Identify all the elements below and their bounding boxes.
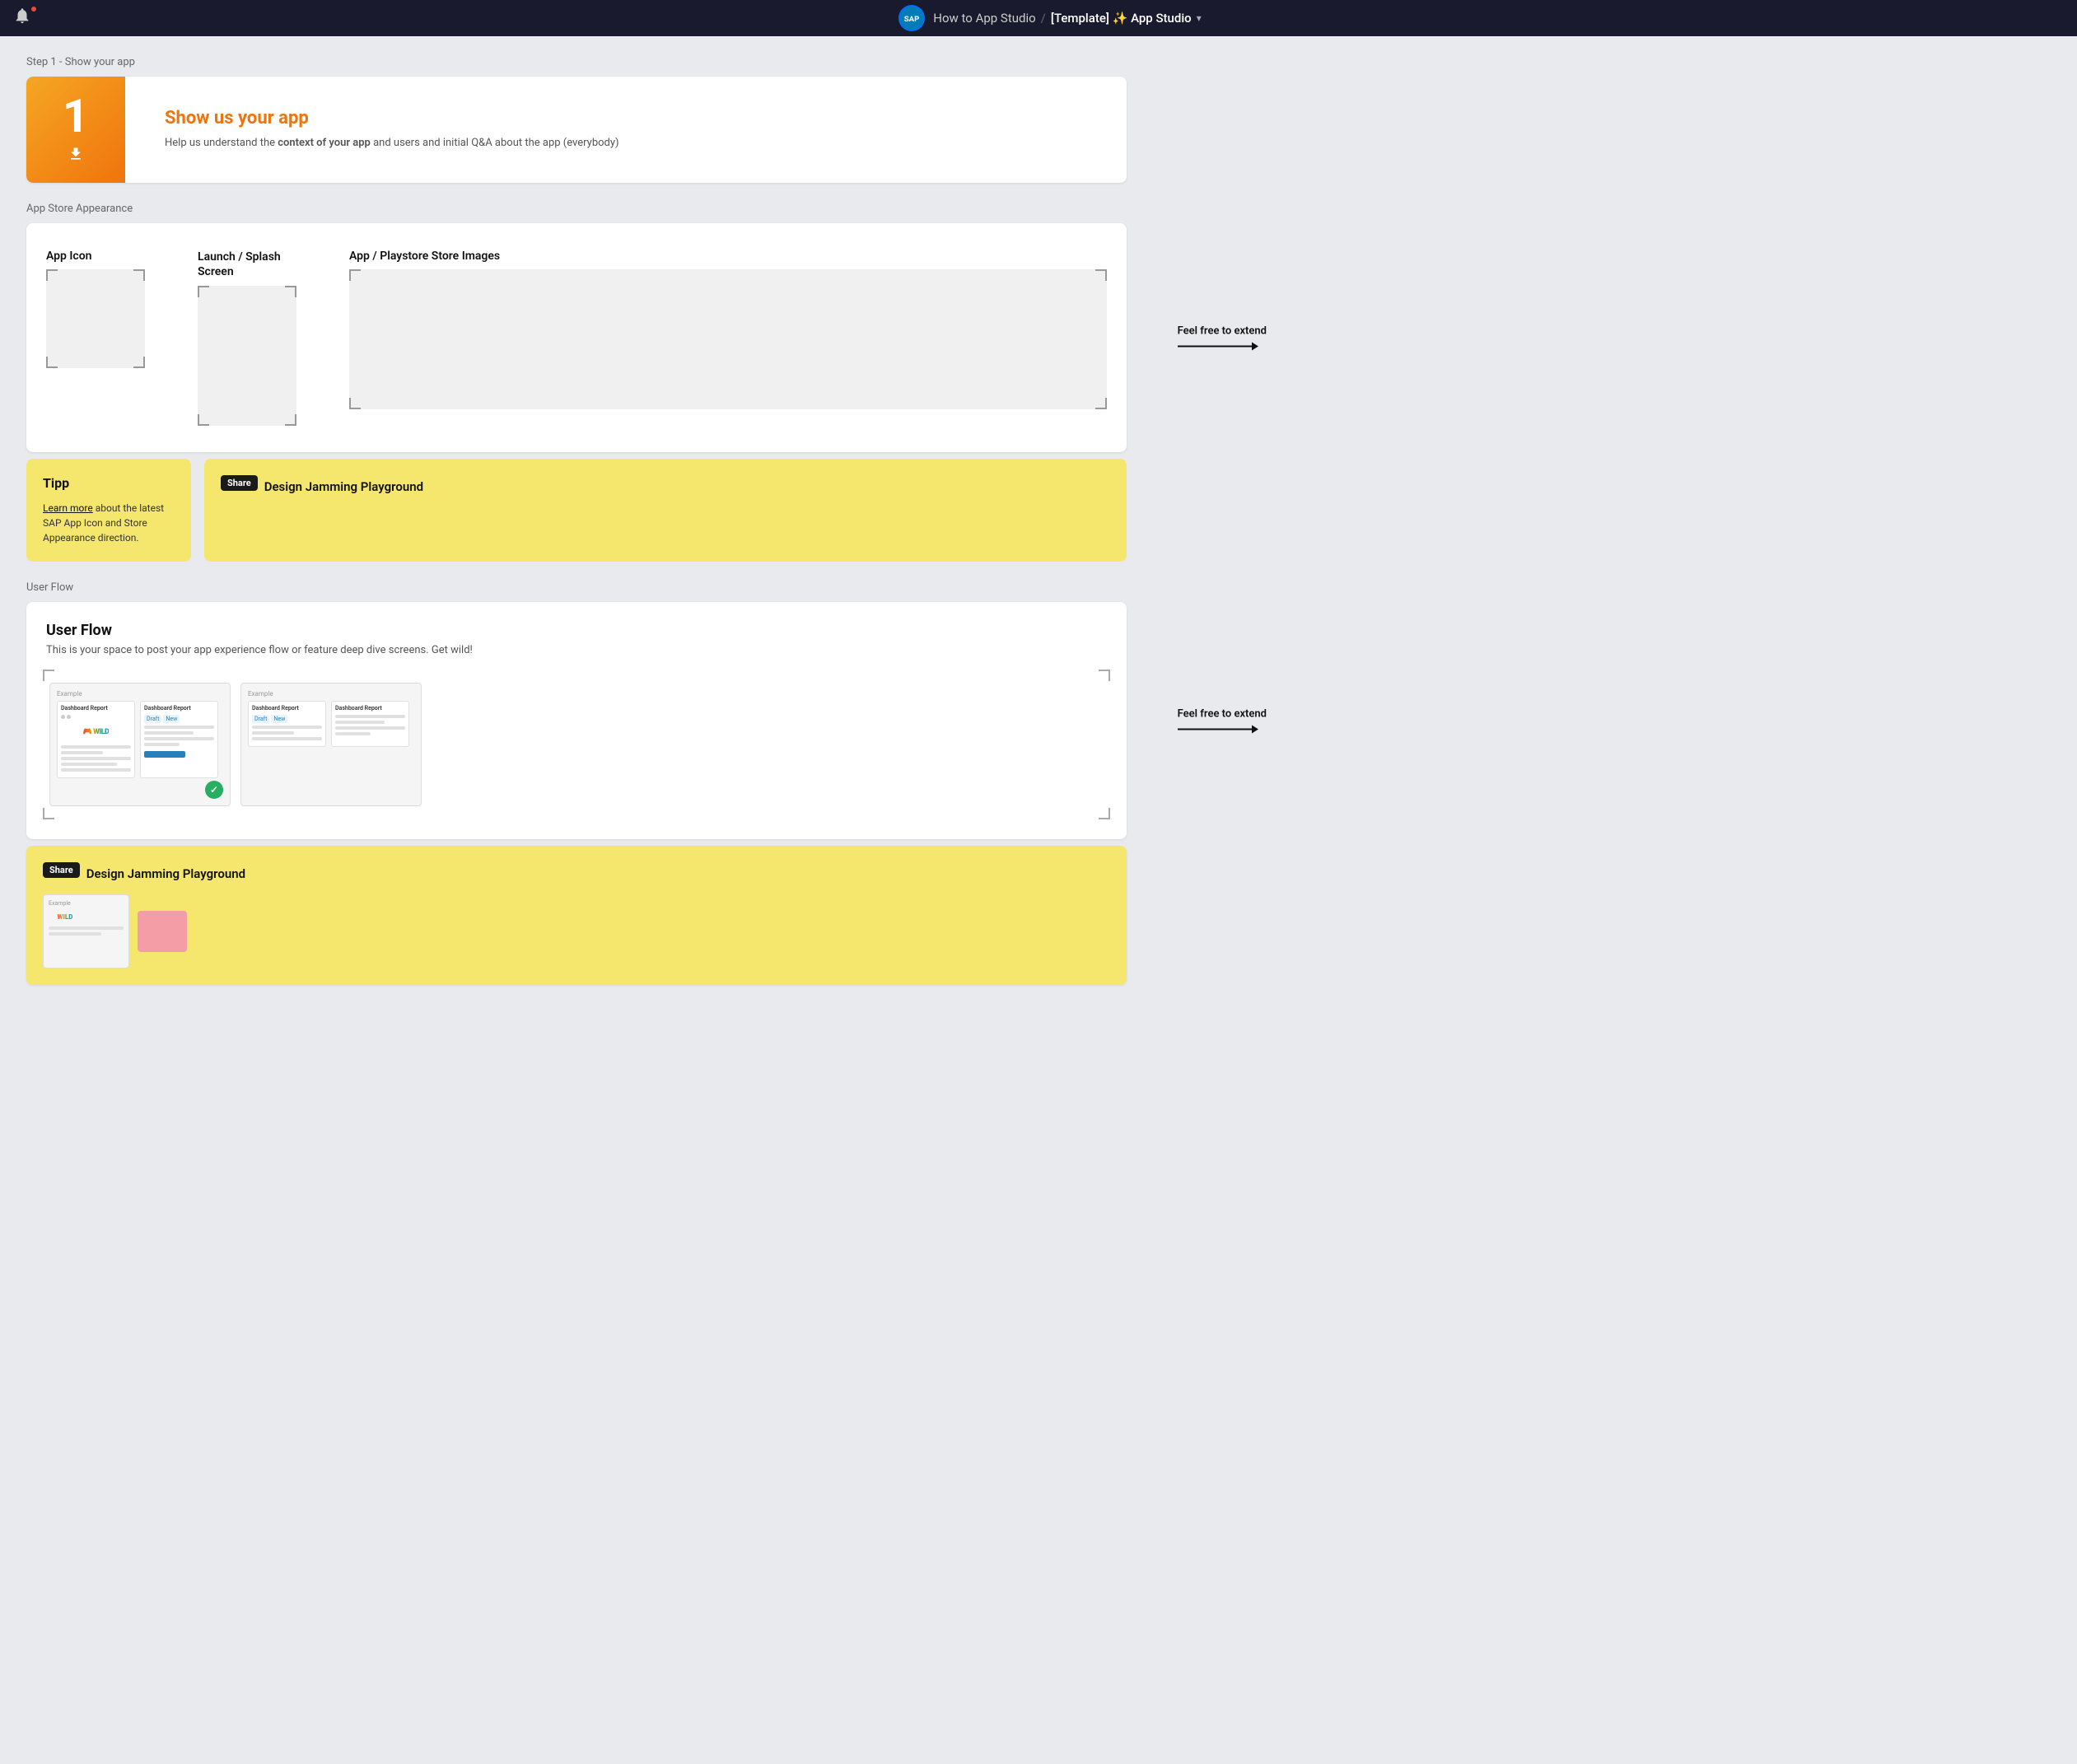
- store-images-placeholder: [349, 269, 1107, 409]
- breadcrumb-parent[interactable]: How to App Studio: [933, 11, 1035, 26]
- download-icon: [68, 146, 84, 166]
- example-label-1: Example: [57, 690, 223, 698]
- step-desc-bold: context of your app: [278, 137, 371, 149]
- breadcrumb-separator: /: [1041, 11, 1046, 26]
- step-title: Show us your app: [165, 108, 619, 128]
- splash-screen-column: Launch / Splash Screen: [198, 250, 329, 429]
- breadcrumb-current: [Template] ✨ App Studio: [1051, 11, 1192, 26]
- store-images-column: App / Playstore Store Images: [349, 250, 1107, 429]
- check-icon: ✓: [205, 781, 223, 799]
- userflow-label: User Flow: [26, 581, 1127, 594]
- design-jamming-card-1: Share Design Jamming Playground: [204, 459, 1127, 562]
- tipp-title: Tipp: [43, 475, 175, 491]
- example-screen-2: Example Dashboard Report Draft New: [240, 683, 422, 806]
- step-description: Help us understand the context of your a…: [165, 135, 619, 152]
- share-badge-2: Share: [43, 862, 80, 878]
- svg-text:SAP: SAP: [904, 15, 920, 24]
- step-content: Show us your app Help us understand the …: [145, 88, 639, 171]
- step-desc-rest: and users and initial Q&A about the app …: [371, 137, 619, 149]
- step1-card: 1 Show us your app Help us understand th…: [26, 77, 1127, 183]
- top-navigation: SAP How to App Studio / [Template] ✨ App…: [0, 0, 2077, 36]
- splash-header: Launch / Splash Screen: [198, 250, 329, 279]
- mini-header-1: Dashboard Report: [61, 705, 131, 712]
- app-icon-column: App Icon: [46, 250, 178, 429]
- design-jamming-title-2: Design Jamming Playground: [86, 866, 245, 881]
- main-content: Step 1 - Show your app 1 Show us your ap…: [0, 36, 1153, 1005]
- step1-label: Step 1 - Show your app: [26, 56, 1127, 68]
- store-images-header: App / Playstore Store Images: [349, 250, 1107, 263]
- notification-button[interactable]: [13, 7, 36, 30]
- userflow-description: This is your space to post your app expe…: [46, 644, 1107, 656]
- userflow-card: User Flow This is your space to post you…: [26, 602, 1127, 839]
- tipp-row: Tipp Learn more about the latest SAP App…: [26, 459, 1127, 562]
- nav-left: [13, 7, 36, 30]
- breadcrumb: How to App Studio / [Template] ✨ App Stu…: [933, 11, 1201, 26]
- tipp-body: Learn more about the latest SAP App Icon…: [43, 501, 175, 545]
- step-desc-plain: Help us understand the: [165, 137, 278, 149]
- example-label-2: Example: [248, 690, 414, 698]
- feel-free-extend-2: Feel free to extend: [1178, 708, 1267, 734]
- example-screen-1: Example Dashboard Report: [49, 683, 231, 806]
- pink-rectangle: [138, 911, 187, 952]
- mini-header-2: Dashboard Report: [144, 705, 214, 712]
- splash-placeholder: [198, 286, 296, 426]
- appearance-card: App Icon Launch / Splash Screen: [26, 223, 1127, 452]
- share-badge-1: Share: [221, 475, 258, 491]
- nav-center: SAP How to App Studio / [Template] ✨ App…: [36, 5, 2064, 31]
- sap-logo: SAP: [898, 5, 925, 31]
- step-number: 1: [63, 93, 89, 139]
- appearance-grid: App Icon Launch / Splash Screen: [46, 250, 1107, 429]
- app-icon-placeholder: [46, 269, 145, 368]
- userflow-jamming-card: Share Design Jamming Playground Example …: [26, 846, 1127, 985]
- chevron-down-icon[interactable]: ▾: [1197, 12, 1202, 24]
- learn-more-link[interactable]: Learn more: [43, 502, 93, 514]
- step-number-box: 1: [26, 77, 125, 183]
- app-icon-header: App Icon: [46, 250, 178, 263]
- design-jamming-title-1: Design Jamming Playground: [264, 479, 423, 494]
- appearance-label: App Store Appearance: [26, 203, 1127, 215]
- userflow-title: User Flow: [46, 622, 1107, 639]
- playground-preview: Example WILD: [43, 894, 1110, 968]
- tipp-card: Tipp Learn more about the latest SAP App…: [26, 459, 191, 562]
- feel-free-extend-1: Feel free to extend: [1178, 325, 1267, 351]
- playground-mini-card: Example WILD: [43, 894, 129, 968]
- notification-badge: [30, 5, 38, 13]
- userflow-examples: Example Dashboard Report: [46, 676, 1107, 813]
